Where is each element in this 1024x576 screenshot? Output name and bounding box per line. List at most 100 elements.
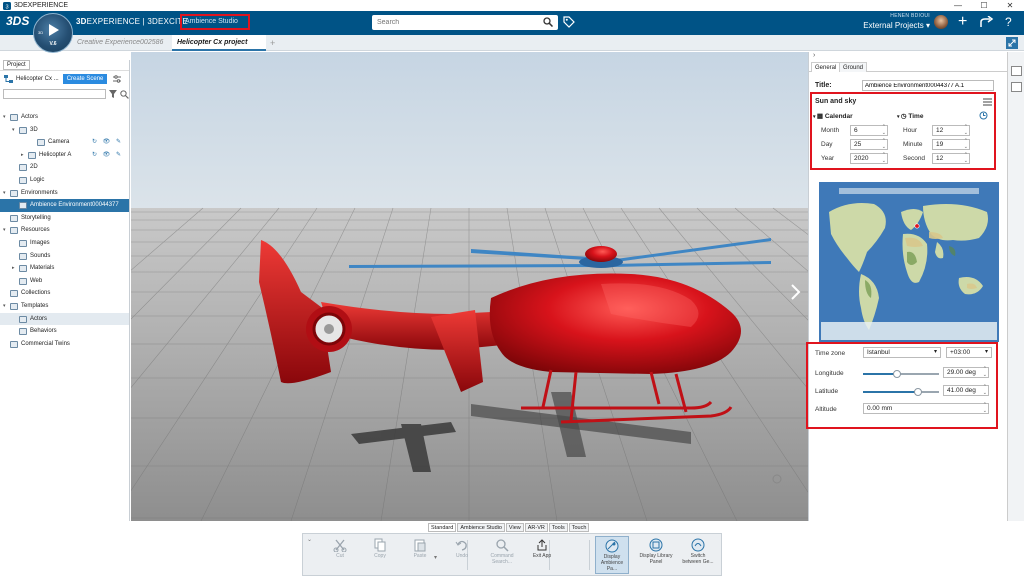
tree-item[interactable]: ▾ Environments xyxy=(0,187,129,200)
collapse-icon[interactable]: › xyxy=(813,52,815,59)
tree-item-label: Templates xyxy=(21,302,49,309)
tree-item[interactable]: Camera ↻ 👁 ✎ xyxy=(0,136,129,149)
project-name[interactable]: Helicopter Cx ... xyxy=(16,76,59,82)
action-tab[interactable]: Touch xyxy=(568,523,590,532)
tree-item[interactable]: 2D xyxy=(0,161,129,174)
expand-icon[interactable] xyxy=(1006,37,1018,49)
action-tab[interactable]: View xyxy=(505,523,524,532)
add-tab-icon[interactable]: + xyxy=(270,35,275,51)
action-tab[interactable]: Standard xyxy=(428,523,457,532)
tree-item[interactable]: ▸ Materials xyxy=(0,262,129,275)
share-icon[interactable] xyxy=(980,16,994,28)
expand-toggle-icon[interactable]: ▾ xyxy=(3,300,6,313)
3d-viewport[interactable] xyxy=(131,52,808,521)
second-stepper[interactable]: 12 xyxy=(932,152,970,164)
month-stepper[interactable]: 6 xyxy=(850,124,888,136)
filter-input[interactable] xyxy=(3,89,107,99)
avatar[interactable] xyxy=(934,15,948,29)
longitude-stepper[interactable]: 29.00 deg xyxy=(943,366,989,378)
title-input[interactable] xyxy=(862,80,994,91)
tree-item[interactable]: Sounds xyxy=(0,250,129,263)
user-info[interactable]: HENEN BDIOUI External Projects ▾ xyxy=(846,13,930,30)
timezone-select[interactable]: Istanbul ▾ xyxy=(863,347,941,358)
settings-icon[interactable] xyxy=(113,75,122,83)
tree-item[interactable]: Commercial Twins xyxy=(0,338,129,351)
ds-logo[interactable]: 3DS xyxy=(6,14,29,28)
calendar-header[interactable]: ▾ ▦ Calendar xyxy=(813,112,853,120)
world-map[interactable] xyxy=(819,182,999,342)
tree-item[interactable]: Actors xyxy=(0,312,129,326)
search-input[interactable] xyxy=(372,15,532,30)
expand-toggle-icon[interactable]: ▾ xyxy=(3,224,6,237)
copy-button[interactable]: Copy xyxy=(363,536,397,574)
display-ambience-panel-button[interactable]: Display Ambience Pa... xyxy=(595,536,629,574)
display-library-panel-button[interactable]: Display Library Panel xyxy=(639,536,673,574)
exit-app-button[interactable]: Exit App xyxy=(525,536,559,574)
location-marker-icon[interactable] xyxy=(914,223,920,229)
tree-item[interactable]: Storytelling xyxy=(0,212,129,225)
expand-toggle-icon[interactable]: ▸ xyxy=(12,262,15,275)
tab-creative-experience[interactable]: Creative Experience002586 xyxy=(72,35,168,51)
minimize-button[interactable]: — xyxy=(946,0,970,11)
tree-item[interactable]: Web xyxy=(0,275,129,288)
filter-icon[interactable] xyxy=(109,90,118,98)
close-window-button[interactable]: ✕ xyxy=(998,0,1022,11)
tab-ground[interactable]: Ground xyxy=(839,62,868,72)
compass-icon[interactable]: 3D V.6 xyxy=(33,13,73,53)
action-tab[interactable]: AR-VR xyxy=(524,523,548,532)
time-header[interactable]: ▾ ◷ Time xyxy=(897,112,923,120)
tree-item[interactable]: ▾ 3D xyxy=(0,124,129,137)
right-side-strip xyxy=(1007,52,1024,521)
hour-stepper[interactable]: 12 xyxy=(932,124,970,136)
latitude-slider[interactable] xyxy=(863,388,939,396)
tree-item[interactable]: ▾ Resources xyxy=(0,224,129,237)
time-settings-icon[interactable] xyxy=(979,111,988,120)
tree-item[interactable]: ▸ Helicopter A ↻ 👁 ✎ xyxy=(0,149,129,162)
command-search-button[interactable]: Command Search... xyxy=(485,536,519,574)
panel-icon[interactable] xyxy=(1011,66,1022,76)
plus-icon[interactable]: + xyxy=(958,14,967,30)
expand-toolbar-icon[interactable]: ⌄ xyxy=(307,536,312,543)
year-stepper[interactable]: 2020 xyxy=(850,152,888,164)
tree-item[interactable]: Collections xyxy=(0,287,129,300)
altitude-stepper[interactable]: 0.00 mm xyxy=(863,402,989,414)
project-tab[interactable]: Project xyxy=(3,60,30,70)
action-tab[interactable]: Ambience Studio xyxy=(457,523,505,532)
layers-icon[interactable] xyxy=(1011,82,1022,92)
undo-button[interactable]: Undo xyxy=(445,536,479,574)
day-stepper[interactable]: 25 xyxy=(850,138,888,150)
tree-item[interactable]: Ambience Environment00044377 xyxy=(0,199,129,212)
paste-button[interactable]: Paste xyxy=(403,536,437,574)
tab-helicopter-project[interactable]: Helicopter Cx project xyxy=(172,35,266,51)
expand-toggle-icon[interactable]: ▸ xyxy=(21,149,24,162)
scene-canvas[interactable] xyxy=(131,52,808,521)
tree-item[interactable]: Images xyxy=(0,237,129,250)
tab-general[interactable]: General xyxy=(811,62,841,72)
visibility-actions-icon[interactable]: ↻ 👁 ✎ xyxy=(92,149,123,162)
search-icon[interactable] xyxy=(120,89,129,99)
tree-item[interactable]: Logic xyxy=(0,174,129,187)
tree-item[interactable]: Behaviors xyxy=(0,325,129,338)
latitude-stepper[interactable]: 41.00 deg xyxy=(943,384,989,396)
cut-button[interactable]: Cut xyxy=(323,536,357,574)
longitude-slider[interactable] xyxy=(863,370,939,378)
search-box[interactable] xyxy=(372,15,558,30)
menu-icon[interactable] xyxy=(983,98,992,106)
minute-stepper[interactable]: 19 xyxy=(932,138,970,150)
expand-toggle-icon[interactable]: ▾ xyxy=(12,124,15,137)
help-icon[interactable]: ? xyxy=(1005,14,1012,30)
action-tab[interactable]: Tools xyxy=(548,523,568,532)
tree-item[interactable]: ▾ Actors xyxy=(0,111,129,124)
visibility-actions-icon[interactable]: ↻ 👁 ✎ xyxy=(92,136,123,149)
utc-offset-select[interactable]: +03:00 ▾ xyxy=(946,347,992,358)
app-name[interactable]: Ambience Studio xyxy=(180,14,250,30)
tree-item[interactable]: ▾ Templates xyxy=(0,300,129,313)
expand-toggle-icon[interactable]: ▾ xyxy=(3,187,6,200)
maximize-button[interactable]: ☐ xyxy=(972,0,996,11)
switch-between-button[interactable]: Switch between Ge... xyxy=(681,536,715,574)
tag-icon[interactable] xyxy=(563,16,575,28)
expand-toggle-icon[interactable]: ▾ xyxy=(3,111,6,124)
search-icon[interactable] xyxy=(543,17,553,27)
create-scene-button[interactable]: Create Scene xyxy=(62,74,108,84)
workspace-selector[interactable]: External Projects ▾ xyxy=(846,21,930,30)
